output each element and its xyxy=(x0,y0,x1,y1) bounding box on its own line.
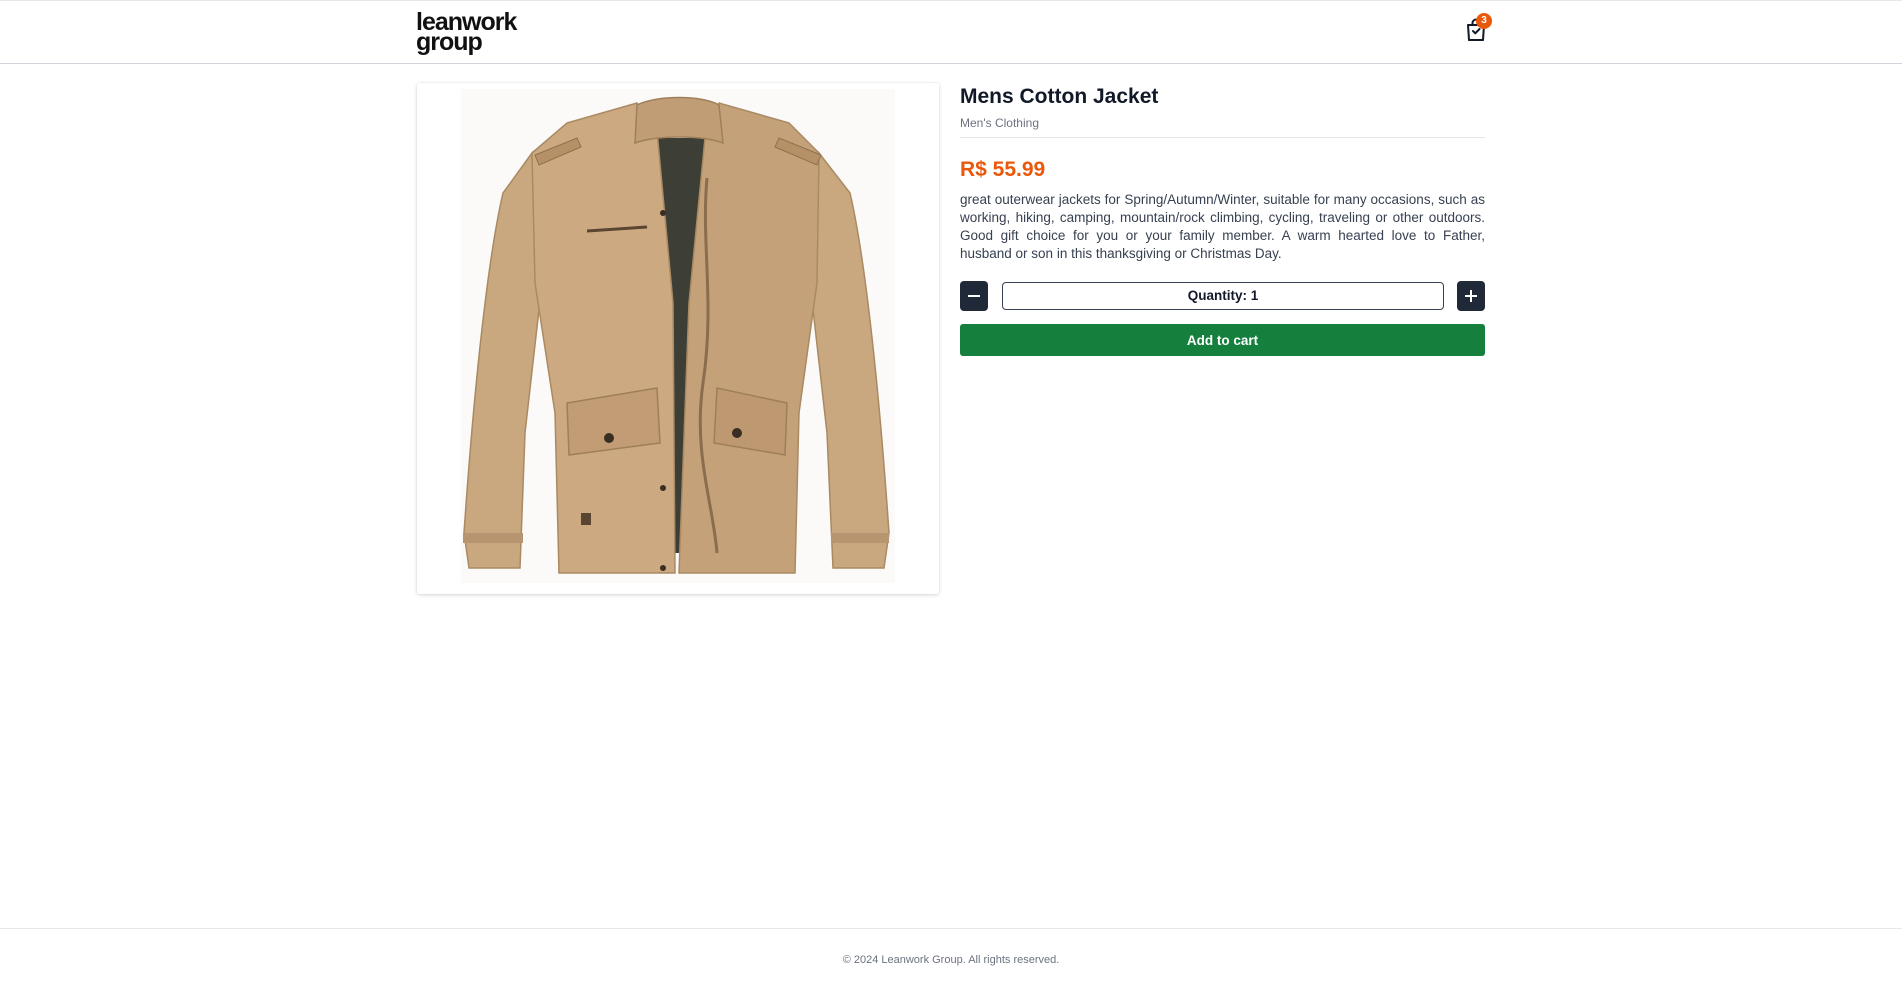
product-image-card xyxy=(417,83,939,594)
product-title: Mens Cotton Jacket xyxy=(960,85,1159,108)
increase-quantity-button[interactable] xyxy=(1457,281,1485,311)
quantity-display: Quantity: 1 xyxy=(1002,282,1444,310)
product-image xyxy=(417,83,939,594)
product-price: R$ 55.99 xyxy=(960,158,1046,181)
plus-icon xyxy=(1465,290,1477,302)
product-description: great outerwear jackets for Spring/Autum… xyxy=(960,192,1485,261)
divider xyxy=(960,137,1485,138)
product-info: Mens Cotton Jacket Men's Clothing R$ 55.… xyxy=(960,84,1485,356)
product-category: Men's Clothing xyxy=(960,116,1039,130)
brand-logo[interactable]: leanwork group xyxy=(416,10,517,55)
minus-icon xyxy=(968,295,980,297)
site-header: leanwork group 3 xyxy=(0,1,1902,64)
copyright-text: © 2024 Leanwork Group. All rights reserv… xyxy=(842,954,1060,966)
cart-count-badge: 3 xyxy=(1476,13,1492,29)
decrease-quantity-button[interactable] xyxy=(960,281,988,311)
quantity-stepper: Quantity: 1 xyxy=(960,281,1485,311)
site-footer: © 2024 Leanwork Group. All rights reserv… xyxy=(0,928,1902,992)
add-to-cart-button[interactable]: Add to cart xyxy=(960,324,1485,356)
